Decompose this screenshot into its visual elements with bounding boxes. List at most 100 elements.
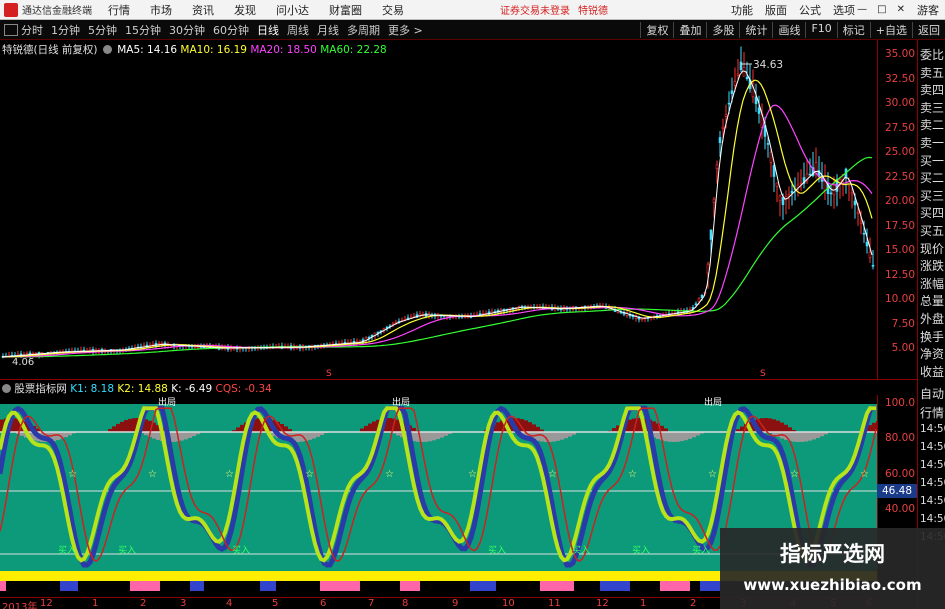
- indicator-k1: K1: 8.18: [70, 383, 115, 395]
- top-band-hump: [368, 423, 372, 432]
- side-panel-tab[interactable]: 行情: [920, 404, 944, 421]
- candle-body: [787, 194, 791, 197]
- date-tick: 12: [596, 598, 609, 609]
- tool-statistics[interactable]: 统计: [739, 21, 772, 38]
- candle-body: [808, 173, 812, 176]
- indicator-tick: 100.0: [884, 397, 915, 409]
- period-more[interactable]: 更多 >: [388, 22, 423, 38]
- period-60min[interactable]: 60分钟: [213, 22, 249, 38]
- top-band-grey: [64, 432, 68, 438]
- quote-field-label: 换手: [920, 329, 945, 344]
- top-band-hump: [776, 420, 780, 432]
- candle-body: [721, 126, 725, 129]
- tool-mark[interactable]: 标记: [836, 21, 870, 38]
- close-icon[interactable]: ✕: [897, 4, 905, 15]
- tool-multi-stock[interactable]: 多股: [706, 21, 739, 38]
- menu-discover[interactable]: 发现: [234, 2, 256, 18]
- bottom-band-segment: [320, 581, 360, 591]
- quote-field-label: 买一: [920, 153, 945, 168]
- maximize-icon[interactable]: □: [877, 4, 886, 15]
- menu-quotes[interactable]: 行情: [108, 2, 130, 18]
- app-window: 通达信金融终端 行情 市场 资讯 发现 问小达 财富圈 交易 证券交易未登录 特…: [0, 0, 945, 609]
- top-band-grey: [436, 432, 440, 440]
- tool-back[interactable]: 返回: [912, 21, 945, 38]
- tick-time: 14:50: [920, 423, 945, 435]
- top-band-grey: [560, 432, 564, 440]
- period-15min[interactable]: 15分钟: [125, 22, 161, 38]
- date-tick: 10: [502, 598, 515, 609]
- ma-settings-icon[interactable]: [102, 45, 112, 54]
- price-tick: 20.00: [884, 195, 915, 207]
- period-weekly[interactable]: 周线: [287, 22, 309, 38]
- top-band-grey: [536, 432, 540, 441]
- top-band-grey: [312, 432, 316, 439]
- top-band-grey: [180, 432, 184, 441]
- menu-news[interactable]: 资讯: [192, 2, 214, 18]
- star-marker: ☆: [860, 469, 869, 480]
- top-band-hump: [784, 424, 788, 432]
- period-monthly[interactable]: 月线: [317, 22, 339, 38]
- candle-body: [862, 232, 866, 235]
- period-multi[interactable]: 多周期: [347, 22, 380, 38]
- buy-signal-label: 买入: [118, 545, 136, 556]
- menu-ask[interactable]: 问小达: [276, 2, 309, 18]
- candle-body: [856, 211, 860, 214]
- menu-market[interactable]: 市场: [150, 2, 172, 18]
- tool-add-watchlist[interactable]: +自选: [869, 21, 912, 38]
- tool-adjust[interactable]: 复权: [640, 21, 673, 38]
- top-band-grey: [668, 432, 672, 442]
- top-band-grey: [800, 432, 804, 442]
- app-logo-icon: [4, 2, 18, 17]
- menu-formula[interactable]: 公式: [799, 2, 821, 18]
- buy-signal-label: 买入: [632, 545, 650, 556]
- indicator-settings-icon[interactable]: [2, 384, 11, 393]
- tool-draw[interactable]: 画线: [772, 21, 805, 38]
- top-band-hump: [128, 418, 132, 432]
- period-30min[interactable]: 30分钟: [169, 22, 205, 38]
- price-axis: 35.00 32.50 30.00 27.50 25.00 22.50 20.00 17.50…: [877, 40, 917, 380]
- candle-body: [640, 318, 644, 320]
- top-band-hump: [628, 419, 632, 432]
- high-price-label: 34.63: [753, 59, 783, 71]
- period-tick[interactable]: 分时: [21, 22, 43, 38]
- guest-label[interactable]: 游客: [917, 2, 939, 18]
- star-marker: ☆: [468, 469, 477, 480]
- period-1min[interactable]: 1分钟: [51, 22, 80, 38]
- kline-chart[interactable]: 34.63 4.06 S S: [0, 40, 877, 377]
- price-tick: 25.00: [884, 146, 915, 158]
- candle-body: [853, 200, 857, 206]
- top-band-grey: [188, 432, 192, 438]
- side-panel-tab[interactable]: 自动: [920, 385, 944, 402]
- pane-divider[interactable]: [0, 379, 917, 380]
- quote-field-label: 卖二: [920, 118, 945, 133]
- top-band-hump: [112, 426, 116, 432]
- toolbar-toggle-icon[interactable]: [4, 23, 18, 36]
- stock-period-label: 特锐德(日线 前复权): [2, 44, 98, 56]
- menu-layout[interactable]: 版面: [765, 2, 787, 18]
- bottom-band-segment: [660, 581, 690, 591]
- top-band-hump: [496, 422, 500, 432]
- period-5min[interactable]: 5分钟: [88, 22, 117, 38]
- star-marker: ☆: [385, 469, 394, 480]
- quote-field-label: 卖四: [920, 83, 945, 98]
- candle-body: [694, 303, 698, 306]
- quote-field-label: 买二: [920, 171, 945, 186]
- top-band-hump: [256, 418, 260, 432]
- menu-wealth[interactable]: 财富圈: [329, 2, 362, 18]
- bottom-band-segment: [0, 581, 6, 591]
- period-daily[interactable]: 日线: [257, 22, 279, 38]
- menu-trade[interactable]: 交易: [382, 2, 404, 18]
- tool-overlay[interactable]: 叠加: [673, 21, 706, 38]
- quote-field-label: 卖一: [920, 136, 945, 150]
- top-band-grey: [676, 432, 680, 442]
- top-band-hump: [536, 426, 540, 432]
- minimize-icon[interactable]: —: [857, 4, 867, 15]
- menu-options[interactable]: 选项: [833, 2, 855, 18]
- candle-body: [778, 195, 782, 202]
- tool-f10[interactable]: F10: [805, 21, 836, 38]
- top-band-grey: [656, 432, 660, 440]
- login-notice[interactable]: 证券交易未登录: [500, 2, 570, 17]
- menu-function[interactable]: 功能: [731, 2, 753, 18]
- sell-signal-label: 出局: [158, 396, 176, 408]
- candle-body: [733, 81, 737, 86]
